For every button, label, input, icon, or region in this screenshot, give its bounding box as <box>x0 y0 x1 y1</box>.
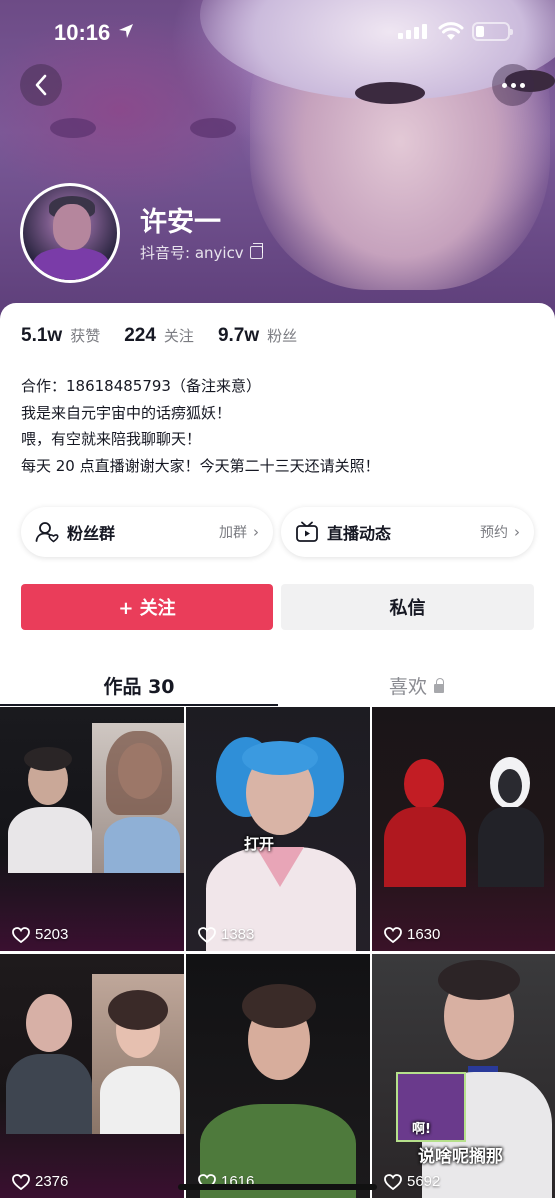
profile-bio: 合作：18618485793（备注来意） 我是来自元宇宙中的话痨狐妖！ 喂，有空… <box>21 373 380 479</box>
status-time: 10:16 <box>54 20 111 45</box>
avatar[interactable] <box>20 183 120 283</box>
chevron-right-icon: › <box>514 523 520 541</box>
heart-icon <box>384 926 402 943</box>
like-count-text: 1630 <box>407 926 441 943</box>
douyin-id[interactable]: 抖音号: anyicv <box>140 242 263 263</box>
stats-row: 5.1w 获赞 224 关注 9.7w 粉丝 <box>21 325 321 347</box>
stat-label: 获赞 <box>70 327 101 345</box>
more-dot <box>510 82 516 88</box>
lock-icon <box>434 677 444 693</box>
profile-name: 许安一 <box>140 207 221 238</box>
fan-group-icon <box>35 522 59 543</box>
tab-works[interactable]: 作品 30 <box>0 665 278 705</box>
follow-button[interactable]: + 关注 <box>21 584 273 630</box>
video-grid: 5203 打开 1383 1630 2376 1616 啊! 说啥呢搁那 569… <box>0 707 555 1200</box>
douyin-id-text: 抖音号: anyicv <box>140 244 244 262</box>
live-tv-icon <box>296 521 318 542</box>
tab-likes-label: 喜欢 <box>388 675 427 698</box>
fan-group-label: 粉丝群 <box>67 524 116 543</box>
like-count-text: 1383 <box>221 926 255 943</box>
heart-icon <box>12 926 30 943</box>
video-caption: 说啥呢搁那 <box>418 1147 503 1167</box>
bio-line: 喂，有空就来陪我聊聊天！ <box>21 430 202 448</box>
message-button[interactable]: 私信 <box>281 584 534 630</box>
battery-icon <box>472 22 513 41</box>
tab-likes[interactable]: 喜欢 <box>278 665 555 705</box>
banner-image-detail <box>190 118 236 138</box>
back-button[interactable] <box>20 64 62 106</box>
video-like-count: 5203 <box>12 926 68 943</box>
status-bar: 10:16 <box>0 0 555 66</box>
video-like-count: 5692 <box>384 1173 440 1190</box>
bio-line: 每天 20 点直播谢谢大家！今天第二十三天还请关照！ <box>21 456 380 475</box>
live-updates-hint: 预约 <box>480 525 508 541</box>
stat-value: 9.7w <box>217 325 260 346</box>
like-count-text: 5692 <box>407 1173 441 1190</box>
heart-icon <box>198 926 216 943</box>
banner-image-detail <box>50 118 96 138</box>
video-thumbnail[interactable]: 打开 1383 <box>186 707 370 951</box>
home-indicator[interactable] <box>178 1184 377 1190</box>
copy-icon[interactable] <box>249 243 263 259</box>
live-updates-button[interactable]: 直播动态 预约 › <box>281 507 534 557</box>
chevron-left-icon <box>35 74 47 96</box>
tab-works-label: 作品 30 <box>103 675 175 698</box>
video-thumbnail[interactable]: 5203 <box>0 707 184 951</box>
video-caption-secondary: 啊! <box>412 1122 431 1137</box>
stat-value: 5.1w <box>21 325 63 346</box>
video-thumbnail[interactable]: 2376 <box>0 954 184 1198</box>
bio-line: 我是来自元宇宙中的话痨狐妖！ <box>21 403 232 422</box>
video-like-count: 1630 <box>384 926 440 943</box>
video-caption: 打开 <box>244 835 275 853</box>
more-dot <box>501 82 507 88</box>
heart-icon <box>384 1173 402 1190</box>
live-updates-label: 直播动态 <box>327 524 392 543</box>
video-thumbnail[interactable]: 啊! 说啥呢搁那 5692 <box>372 954 555 1198</box>
video-thumbnail[interactable]: 1616 <box>186 954 370 1198</box>
cellular-signal-icon <box>398 24 427 39</box>
video-like-count: 1383 <box>198 926 254 943</box>
more-options-button[interactable] <box>492 64 534 106</box>
stat-label: 关注 <box>163 327 194 345</box>
fan-group-button[interactable]: 粉丝群 加群 › <box>21 507 273 557</box>
video-like-count: 2376 <box>12 1173 68 1190</box>
stat-likes: 5.1w 获赞 <box>21 325 100 347</box>
more-dot <box>519 82 525 88</box>
tab-indicator <box>0 704 278 706</box>
stat-following[interactable]: 224 关注 <box>124 325 194 347</box>
wifi-icon <box>438 22 464 40</box>
heart-icon <box>12 1173 30 1190</box>
like-count-text: 2376 <box>35 1173 69 1190</box>
stat-value: 224 <box>124 325 156 346</box>
video-thumbnail[interactable]: 1630 <box>372 707 555 951</box>
location-arrow-icon <box>119 24 133 38</box>
like-count-text: 5203 <box>35 926 69 943</box>
stat-label: 粉丝 <box>267 327 298 345</box>
bio-line: 合作：18618485793（备注来意） <box>21 377 261 395</box>
chevron-right-icon: › <box>253 523 259 541</box>
stat-followers[interactable]: 9.7w 粉丝 <box>218 325 297 347</box>
fan-group-hint: 加群 <box>219 525 247 541</box>
banner-image-detail <box>355 82 425 104</box>
